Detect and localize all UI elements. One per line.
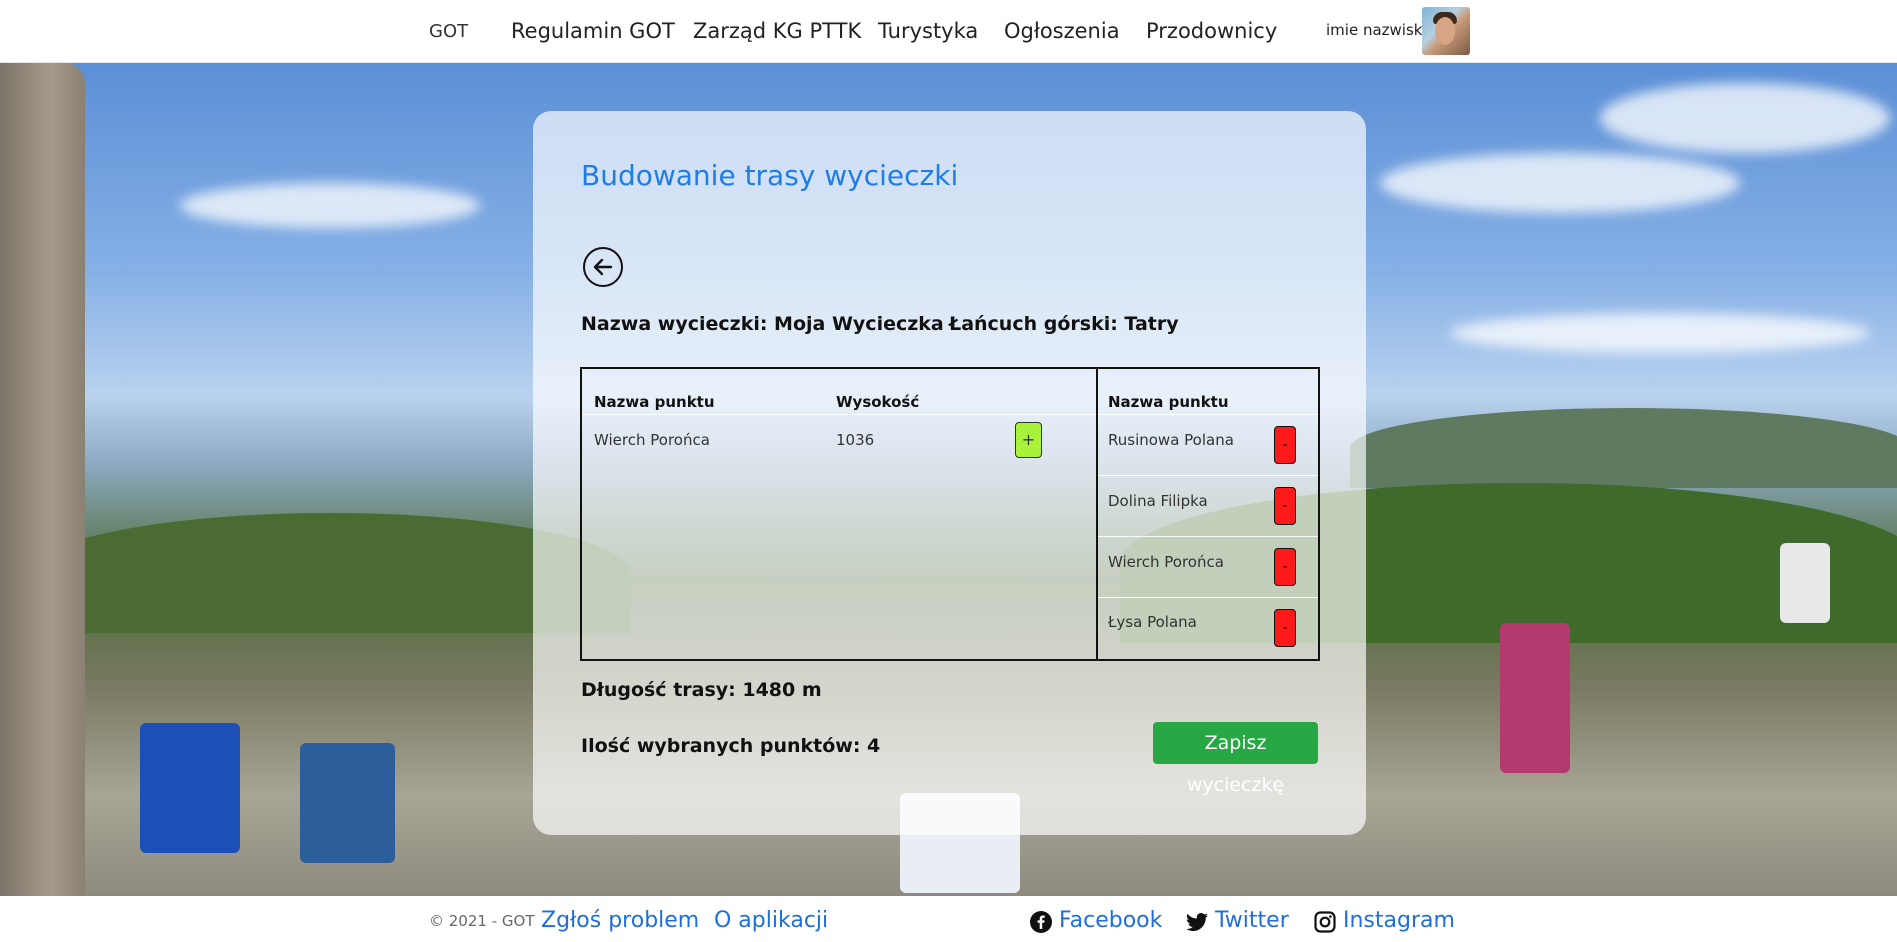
top-navbar: GOT Regulamin GOT Zarząd KG PTTK Turysty… — [0, 0, 1897, 63]
instagram-link[interactable]: Instagram — [1314, 908, 1455, 933]
report-problem-link[interactable]: Zgłoś problem — [541, 908, 699, 933]
row-divider — [582, 414, 1098, 415]
route-builder-card: Budowanie trasy wycieczki Nazwa wycieczk… — [533, 111, 1366, 835]
back-button[interactable] — [583, 247, 623, 287]
point-name: Wierch Porońca — [594, 431, 710, 449]
copyright: © 2021 - GOT — [429, 912, 535, 930]
row-divider — [1098, 414, 1318, 415]
facebook-icon — [1030, 911, 1052, 933]
point-height: 1036 — [836, 431, 875, 449]
twitter-label: Twitter — [1215, 908, 1289, 933]
selected-points-table: Nazwa punktu Rusinowa Polana - Dolina Fi… — [1096, 367, 1320, 661]
add-point-button[interactable]: + — [1015, 422, 1042, 458]
cloud — [180, 183, 480, 228]
footer: © 2021 - GOT Zgłoś problem O aplikacji F… — [0, 896, 1897, 942]
instagram-icon — [1314, 911, 1336, 933]
facebook-label: Facebook — [1059, 908, 1163, 933]
point-name: Wierch Porońca — [1108, 553, 1224, 571]
cloud — [1600, 83, 1890, 153]
point-name: Rusinowa Polana — [1108, 431, 1234, 449]
cloud — [1380, 153, 1740, 213]
row-divider — [1098, 597, 1318, 598]
nav-link-regulamin[interactable]: Regulamin GOT — [511, 19, 675, 43]
available-points-table: Nazwa punktu Wysokość Wierch Porońca 103… — [580, 367, 1098, 661]
row-divider — [1098, 536, 1318, 537]
nav-link-przodownicy[interactable]: Przodownicy — [1146, 19, 1277, 43]
about-app-link[interactable]: O aplikacji — [714, 908, 828, 933]
column-header-name: Nazwa punktu — [1108, 393, 1229, 411]
avatar[interactable] — [1422, 7, 1470, 55]
twitter-link[interactable]: Twitter — [1186, 908, 1289, 933]
nav-link-zarzad[interactable]: Zarząd KG PTTK — [693, 19, 861, 43]
remove-point-button[interactable]: - — [1274, 487, 1296, 525]
route-length: Długość trasy: 1480 m — [581, 679, 822, 701]
row-divider — [1098, 475, 1318, 476]
trip-name: Nazwa wycieczki: Moja Wycieczka — [581, 313, 944, 335]
mountain-chain: Łańcuch górski: Tatry — [949, 313, 1179, 335]
point-name: Dolina Filipka — [1108, 492, 1208, 510]
selected-points-count: Ilość wybranych punktów: 4 — [581, 735, 881, 757]
cloud — [1450, 313, 1870, 353]
instagram-label: Instagram — [1343, 908, 1455, 933]
user-name[interactable]: imie nazwisko — [1326, 21, 1431, 39]
remove-point-button[interactable]: - — [1274, 609, 1296, 647]
hiker-figure — [140, 723, 240, 853]
save-trip-button[interactable]: Zapisz wycieczkę — [1153, 722, 1318, 796]
nav-link-turystyka[interactable]: Turystyka — [878, 19, 978, 43]
point-name: Łysa Polana — [1108, 613, 1197, 631]
avatar-face — [1435, 17, 1455, 45]
facebook-link[interactable]: Facebook — [1030, 908, 1163, 933]
page-title: Budowanie trasy wycieczki — [581, 159, 959, 192]
nav-link-ogloszenia[interactable]: Ogłoszenia — [1004, 19, 1120, 43]
hiker-figure — [1500, 623, 1570, 773]
brand-link[interactable]: GOT — [429, 21, 468, 42]
column-header-name: Nazwa punktu — [594, 393, 715, 411]
twitter-icon — [1186, 913, 1208, 931]
arrow-left-icon — [593, 258, 613, 276]
column-header-height: Wysokość — [836, 393, 920, 411]
remove-point-button[interactable]: - — [1274, 426, 1296, 464]
distant-hill — [1350, 408, 1897, 488]
hiker-figure — [300, 743, 395, 863]
remove-point-button[interactable]: - — [1274, 548, 1296, 586]
hiker-figure — [1780, 543, 1830, 623]
rock-formation — [0, 63, 85, 896]
